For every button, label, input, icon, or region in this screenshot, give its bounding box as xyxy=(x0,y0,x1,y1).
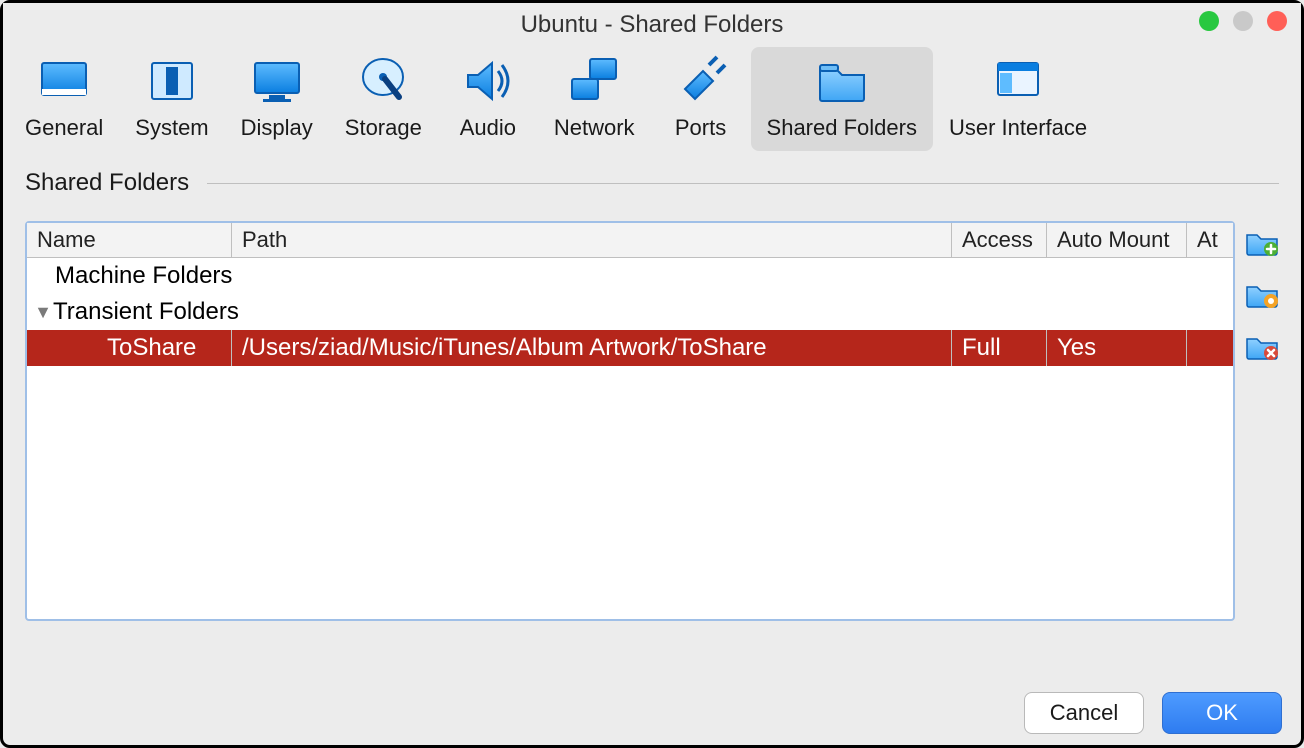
shared-folders-icon xyxy=(814,53,870,109)
add-folder-button[interactable] xyxy=(1245,227,1279,257)
tab-label: General xyxy=(25,115,103,141)
section-title: Shared Folders xyxy=(25,169,189,197)
tab-label: Network xyxy=(554,115,635,141)
user-interface-icon xyxy=(990,53,1046,109)
folder-edit-icon xyxy=(1245,279,1279,309)
ports-icon xyxy=(673,53,729,109)
tab-storage[interactable]: Storage xyxy=(329,47,438,151)
tab-label: Ports xyxy=(675,115,726,141)
shared-folders-table: Name Path Access Auto Mount At Machine F… xyxy=(25,221,1235,621)
remove-folder-button[interactable] xyxy=(1245,331,1279,361)
table-body: Machine Folders ▼ Transient Folders ToSh… xyxy=(27,258,1233,619)
col-access[interactable]: Access xyxy=(952,223,1047,257)
settings-toolbar: General System Display xyxy=(3,47,1301,151)
audio-icon xyxy=(460,53,516,109)
tab-display[interactable]: Display xyxy=(225,47,329,151)
titlebar: Ubuntu - Shared Folders xyxy=(3,3,1301,47)
display-icon xyxy=(249,53,305,109)
tab-label: Audio xyxy=(460,115,516,141)
cancel-button[interactable]: Cancel xyxy=(1024,692,1144,734)
folder-add-icon xyxy=(1245,227,1279,257)
side-actions xyxy=(1245,221,1279,621)
dialog-footer: Cancel OK xyxy=(1024,692,1282,734)
cell-at xyxy=(1187,344,1233,352)
cell-access: Full xyxy=(952,330,1047,366)
cell-path: /Users/ziad/Music/iTunes/Album Artwork/T… xyxy=(232,330,952,366)
tab-general[interactable]: General xyxy=(9,47,119,151)
folder-remove-icon xyxy=(1245,331,1279,361)
tab-network[interactable]: Network xyxy=(538,47,651,151)
section: Shared Folders Name Path Access Auto Mou… xyxy=(3,169,1301,621)
table-row[interactable]: ToShare /Users/ziad/Music/iTunes/Album A… xyxy=(27,330,1233,366)
window-maximize-button[interactable] xyxy=(1233,11,1253,31)
window-close-button[interactable] xyxy=(1267,11,1287,31)
tab-label: System xyxy=(135,115,208,141)
col-name[interactable]: Name xyxy=(27,223,232,257)
disclosure-triangle-icon[interactable]: ▼ xyxy=(27,302,53,323)
general-icon xyxy=(36,53,92,109)
tab-ports[interactable]: Ports xyxy=(651,47,751,151)
system-icon xyxy=(144,53,200,109)
tab-audio[interactable]: Audio xyxy=(438,47,538,151)
tab-label: Display xyxy=(241,115,313,141)
group-transient-folders[interactable]: ▼ Transient Folders xyxy=(27,294,1233,330)
section-header: Shared Folders xyxy=(25,169,1279,197)
group-label: Transient Folders xyxy=(53,294,249,330)
storage-icon xyxy=(355,53,411,109)
col-at[interactable]: At xyxy=(1187,223,1233,257)
table-header: Name Path Access Auto Mount At xyxy=(27,223,1233,258)
tab-label: Shared Folders xyxy=(767,115,917,141)
window-title: Ubuntu - Shared Folders xyxy=(3,11,1301,39)
tab-label: User Interface xyxy=(949,115,1087,141)
tab-user-interface[interactable]: User Interface xyxy=(933,47,1103,151)
cell-automount: Yes xyxy=(1047,330,1187,366)
window-minimize-button[interactable] xyxy=(1199,11,1219,31)
network-icon xyxy=(566,53,622,109)
ok-button[interactable]: OK xyxy=(1162,692,1282,734)
group-label: Machine Folders xyxy=(27,258,242,294)
tab-label: Storage xyxy=(345,115,422,141)
edit-folder-button[interactable] xyxy=(1245,279,1279,309)
col-automount[interactable]: Auto Mount xyxy=(1047,223,1187,257)
tab-shared-folders[interactable]: Shared Folders xyxy=(751,47,933,151)
divider xyxy=(207,183,1279,184)
group-machine-folders[interactable]: Machine Folders xyxy=(27,258,1233,294)
col-path[interactable]: Path xyxy=(232,223,952,257)
window-controls xyxy=(1199,11,1287,31)
cell-name: ToShare xyxy=(27,330,232,366)
tab-system[interactable]: System xyxy=(119,47,224,151)
